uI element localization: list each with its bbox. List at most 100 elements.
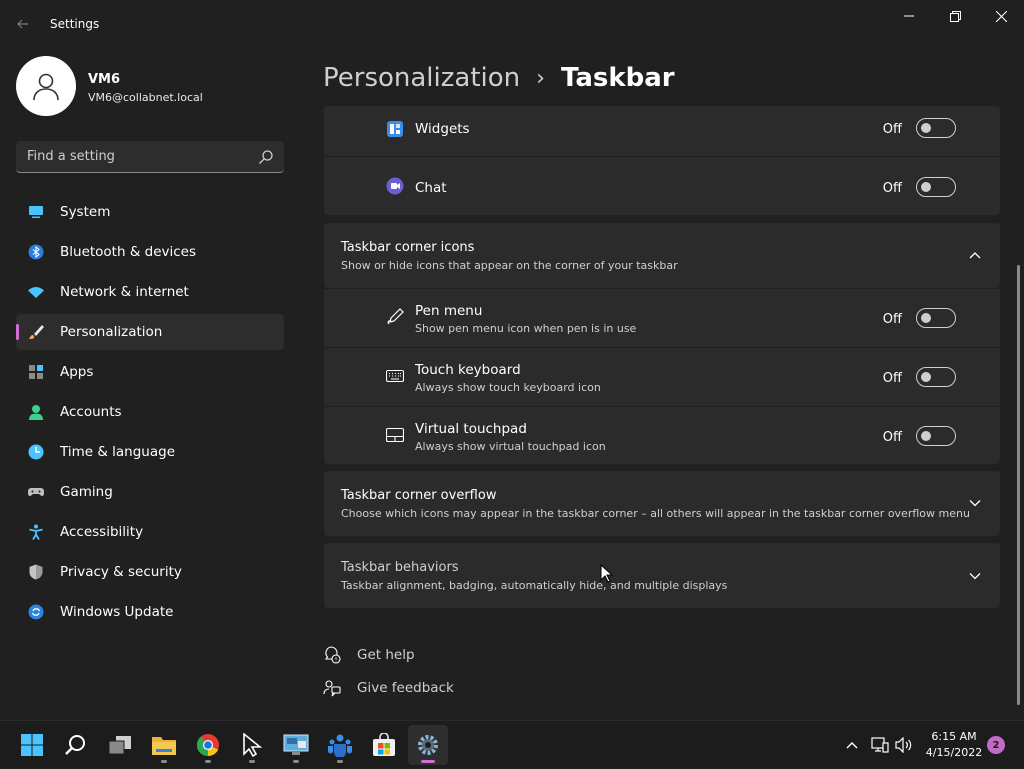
- sidebar-item-bluetooth[interactable]: Bluetooth & devices: [16, 234, 284, 270]
- breadcrumb: Personalization › Taskbar: [323, 58, 675, 98]
- back-button[interactable]: [10, 12, 36, 36]
- help-icon: [324, 646, 341, 664]
- sidebar-item-privacy[interactable]: Privacy & security: [16, 554, 284, 590]
- start-icon: [21, 734, 43, 756]
- breadcrumb-parent[interactable]: Personalization: [323, 63, 520, 93]
- sidebar-item-windows-update[interactable]: Windows Update: [16, 594, 284, 630]
- chevron-down-icon[interactable]: [968, 496, 982, 510]
- feedback-icon: [323, 680, 341, 697]
- give-feedback-label: Give feedback: [357, 680, 454, 696]
- update-icon: [28, 604, 44, 620]
- pen-menu-label: Pen menu: [415, 303, 483, 319]
- pen-menu-state: Off: [882, 312, 902, 327]
- taskbar-behaviors-card[interactable]: Taskbar behaviors Taskbar alignment, bad…: [324, 543, 1000, 608]
- chevron-up-icon[interactable]: [968, 248, 982, 262]
- corner-icons-list: Pen menu Show pen menu icon when pen is …: [324, 289, 1000, 464]
- widgets-icon: [387, 121, 403, 137]
- user-name: VM6: [88, 72, 121, 87]
- show-hidden-icons-button[interactable]: [840, 721, 864, 769]
- pen-menu-toggle[interactable]: [916, 308, 956, 328]
- network-tray-button[interactable]: [868, 721, 892, 769]
- clock-time: 6:15 AM: [931, 730, 977, 743]
- user-icon: [33, 73, 59, 101]
- chevron-down-icon[interactable]: [968, 569, 982, 583]
- settings-content: Widgets Off Chat Off Taskbar corner icon…: [324, 106, 1000, 720]
- cursor-app-icon: [243, 733, 263, 757]
- title-bar: Settings: [0, 0, 1024, 48]
- touch-keyboard-toggle[interactable]: [916, 367, 956, 387]
- accounts-icon: [29, 405, 43, 420]
- taskbar-behaviors-title: Taskbar behaviors: [341, 560, 459, 575]
- remote-desktop-button[interactable]: [276, 725, 316, 765]
- corner-icons-header[interactable]: Taskbar corner icons Show or hide icons …: [324, 223, 1000, 288]
- running-indicator: [293, 760, 299, 763]
- touch-keyboard-label: Touch keyboard: [415, 362, 521, 378]
- give-feedback-link[interactable]: Give feedback: [323, 677, 523, 697]
- taskbar-behaviors-description: Taskbar alignment, badging, automaticall…: [341, 579, 728, 592]
- search-input[interactable]: [16, 141, 246, 171]
- volume-tray-button[interactable]: [892, 721, 916, 769]
- widgets-toggle[interactable]: [916, 118, 956, 138]
- chrome-icon: [196, 734, 219, 757]
- corner-overflow-card[interactable]: Taskbar corner overflow Choose which ico…: [324, 471, 1000, 536]
- virtual-touchpad-description: Always show virtual touchpad icon: [415, 440, 606, 453]
- search-box[interactable]: [16, 141, 284, 173]
- settings-app-button[interactable]: [408, 725, 448, 765]
- sidebar-item-network[interactable]: Network & internet: [16, 274, 284, 310]
- store-button[interactable]: [364, 725, 404, 765]
- window-title: Settings: [50, 17, 100, 31]
- file-explorer-icon: [152, 737, 176, 755]
- chevron-up-icon: [846, 742, 858, 749]
- close-icon: [995, 10, 1007, 22]
- file-explorer-button[interactable]: [144, 725, 184, 765]
- sidebar-item-accounts[interactable]: Accounts: [16, 394, 284, 430]
- virtual-touchpad-row: Virtual touchpad Always show virtual tou…: [324, 407, 1000, 464]
- sidebar-item-label: Apps: [60, 364, 94, 380]
- remote-desktop-icon: [283, 734, 309, 755]
- close-button[interactable]: [978, 0, 1024, 32]
- search-icon[interactable]: [258, 149, 274, 165]
- sidebar-item-time-language[interactable]: Time & language: [16, 434, 284, 470]
- sidebar-item-label: System: [60, 204, 111, 220]
- touch-keyboard-row: Touch keyboard Always show touch keyboar…: [324, 348, 1000, 406]
- sidebar-item-gaming[interactable]: Gaming: [16, 474, 284, 510]
- sidebar-item-label: Windows Update: [60, 604, 174, 620]
- widgets-row: Widgets Off: [324, 106, 1000, 156]
- running-indicator: [337, 760, 343, 763]
- pen-icon: [387, 308, 404, 325]
- chat-toggle[interactable]: [916, 177, 956, 197]
- clock-icon: [28, 444, 44, 460]
- get-help-link[interactable]: Get help: [323, 644, 523, 664]
- cursor-app-button[interactable]: [232, 725, 272, 765]
- task-view-button[interactable]: [100, 725, 140, 765]
- chrome-button[interactable]: [188, 725, 228, 765]
- notification-badge[interactable]: 2: [987, 736, 1005, 754]
- clock[interactable]: 6:15 AM 4/15/2022: [924, 729, 984, 761]
- sidebar-item-label: Gaming: [60, 484, 113, 500]
- volume-icon: [895, 737, 912, 753]
- sidebar-item-personalization[interactable]: Personalization: [16, 314, 284, 350]
- sidebar-item-accessibility[interactable]: Accessibility: [16, 514, 284, 550]
- start-button[interactable]: [12, 725, 52, 765]
- sidebar-item-system[interactable]: System: [16, 194, 284, 230]
- scrollbar[interactable]: [1017, 265, 1020, 705]
- virtual-touchpad-toggle[interactable]: [916, 426, 956, 446]
- sidebar-item-label: Accessibility: [60, 524, 144, 540]
- widgets-state: Off: [882, 122, 902, 137]
- user-profile[interactable]: VM6 VM6@collabnet.local: [16, 56, 286, 120]
- touchpad-icon: [386, 427, 404, 443]
- shield-icon: [29, 564, 43, 580]
- restore-button[interactable]: [932, 0, 978, 32]
- sidebar-item-label: Accounts: [60, 404, 122, 420]
- chat-icon: [386, 177, 404, 195]
- touch-keyboard-description: Always show touch keyboard icon: [415, 381, 601, 394]
- corner-overflow-description: Choose which icons may appear in the tas…: [341, 507, 970, 520]
- sidebar-item-label: Personalization: [60, 324, 163, 340]
- taskbar-search-button[interactable]: [56, 725, 96, 765]
- mouse-cursor-icon: [600, 564, 614, 583]
- minimize-button[interactable]: [886, 0, 932, 32]
- settings-icon: [418, 735, 438, 755]
- sidebar-item-apps[interactable]: Apps: [16, 354, 284, 390]
- store-icon: [373, 733, 395, 756]
- teams-button[interactable]: [320, 725, 360, 765]
